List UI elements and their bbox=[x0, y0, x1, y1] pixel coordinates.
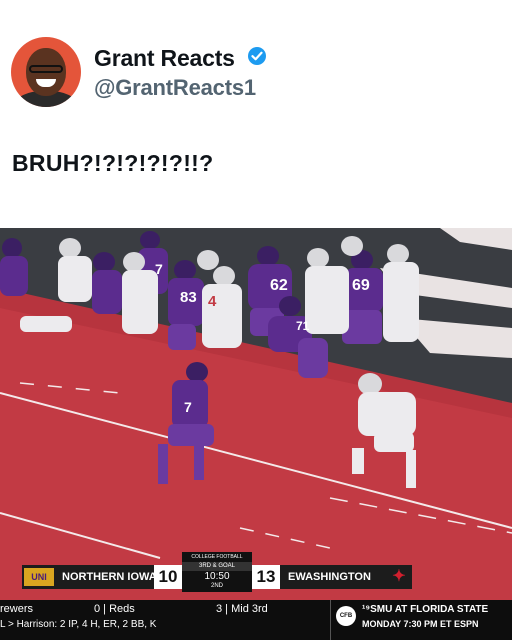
jersey-number: 62 bbox=[270, 277, 288, 294]
ticker-inning: 3 | Mid 3rd bbox=[216, 603, 268, 615]
user-handle[interactable]: @GrantReacts1 bbox=[94, 75, 256, 101]
game-clock: 10:50 bbox=[204, 571, 230, 582]
jersey-number: 7 bbox=[155, 261, 163, 277]
ticker-divider bbox=[330, 600, 331, 640]
promo-title: ¹⁹SMU AT FLORIDA STATE bbox=[362, 604, 489, 615]
scorebug: COLLEGE FOOTBALL UNI NORTHERN IOWA 10 3R… bbox=[22, 552, 412, 592]
ticker-team-left: rewers bbox=[0, 603, 34, 615]
ticker-team-mid: 0 | Reds bbox=[94, 603, 135, 615]
avatar-glasses bbox=[29, 65, 63, 73]
home-team-name: NORTHERN IOWA bbox=[62, 571, 157, 583]
home-team-score: 10 bbox=[154, 565, 182, 589]
score-ticker: rewers 0 | Reds L > Harrison: 2 IP, 4 H,… bbox=[0, 600, 512, 640]
promo-time: MONDAY 7:30 PM ET ESPN bbox=[362, 619, 479, 629]
jersey-number: 71 bbox=[296, 319, 310, 333]
game-quarter: 2ND bbox=[210, 583, 223, 589]
jersey-number: 69 bbox=[352, 277, 370, 294]
away-team-score: 13 bbox=[252, 565, 280, 589]
ticker-stat-line: L > Harrison: 2 IP, 4 H, ER, 2 BB, K bbox=[0, 619, 157, 630]
tweet-text: BRUH?!?!?!?!?!!? bbox=[12, 150, 214, 176]
eagle-logo-icon: ✦ bbox=[392, 568, 406, 585]
verified-badge-icon bbox=[248, 47, 266, 65]
home-team-panel: UNI NORTHERN IOWA 10 bbox=[22, 565, 182, 589]
league-label: COLLEGE FOOTBALL bbox=[182, 552, 252, 562]
jersey-number: 4 bbox=[208, 293, 217, 310]
away-team-name: EWASHINGTON bbox=[288, 571, 371, 583]
avatar[interactable] bbox=[11, 37, 81, 107]
game-status: 3RD & GOAL 10:50 2ND bbox=[182, 562, 252, 592]
home-team-logo: UNI bbox=[24, 568, 54, 586]
away-team-panel: 13 EWASHINGTON ✦ bbox=[252, 565, 412, 589]
jersey-number: 83 bbox=[180, 289, 197, 306]
down-distance: 3RD & GOAL bbox=[182, 562, 252, 571]
display-name[interactable]: Grant Reacts bbox=[94, 45, 235, 72]
cfb-logo-icon: CFB bbox=[336, 606, 356, 626]
video-player[interactable]: 62 69 83 4 7 71 7 COLLEGE FOOTBALL UNI N… bbox=[0, 228, 512, 640]
jersey-number: 7 bbox=[184, 399, 192, 415]
